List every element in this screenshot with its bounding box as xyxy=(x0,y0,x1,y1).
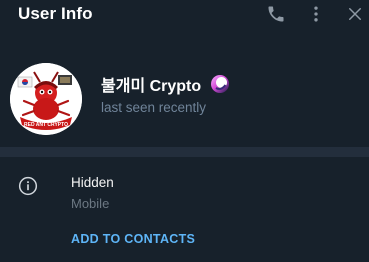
phone-icon xyxy=(268,6,284,22)
add-to-contacts-button[interactable]: ADD TO CONTACTS xyxy=(71,232,195,246)
more-menu-button[interactable] xyxy=(305,3,327,25)
info-icon xyxy=(18,176,38,196)
profile-name: 불개미 Crypto xyxy=(101,72,230,96)
profile-section: RED ANT CRYPTO 불개미 Crypto last seen rece… xyxy=(0,50,369,146)
red-ant-crypto-logo: RED ANT CRYPTO xyxy=(10,63,82,135)
info-section: Hidden Mobile ADD TO CONTACTS xyxy=(0,157,369,262)
profile-name-text: 불개미 Crypto xyxy=(101,78,202,95)
phone-label: Mobile xyxy=(71,196,110,211)
svg-text:RED ANT CRYPTO: RED ANT CRYPTO xyxy=(24,122,68,128)
header-bar: User Info xyxy=(0,0,369,30)
close-icon xyxy=(349,8,361,20)
section-divider xyxy=(0,147,369,157)
last-seen-status: last seen recently xyxy=(101,100,207,115)
avatar[interactable]: RED ANT CRYPTO xyxy=(10,63,82,135)
more-vertical-icon xyxy=(314,6,318,22)
phone-value: Hidden xyxy=(71,175,114,190)
call-button[interactable] xyxy=(265,3,287,25)
gradient-circle-emoji-icon xyxy=(210,74,230,94)
close-button[interactable] xyxy=(344,3,366,25)
page-title: User Info xyxy=(18,4,93,23)
